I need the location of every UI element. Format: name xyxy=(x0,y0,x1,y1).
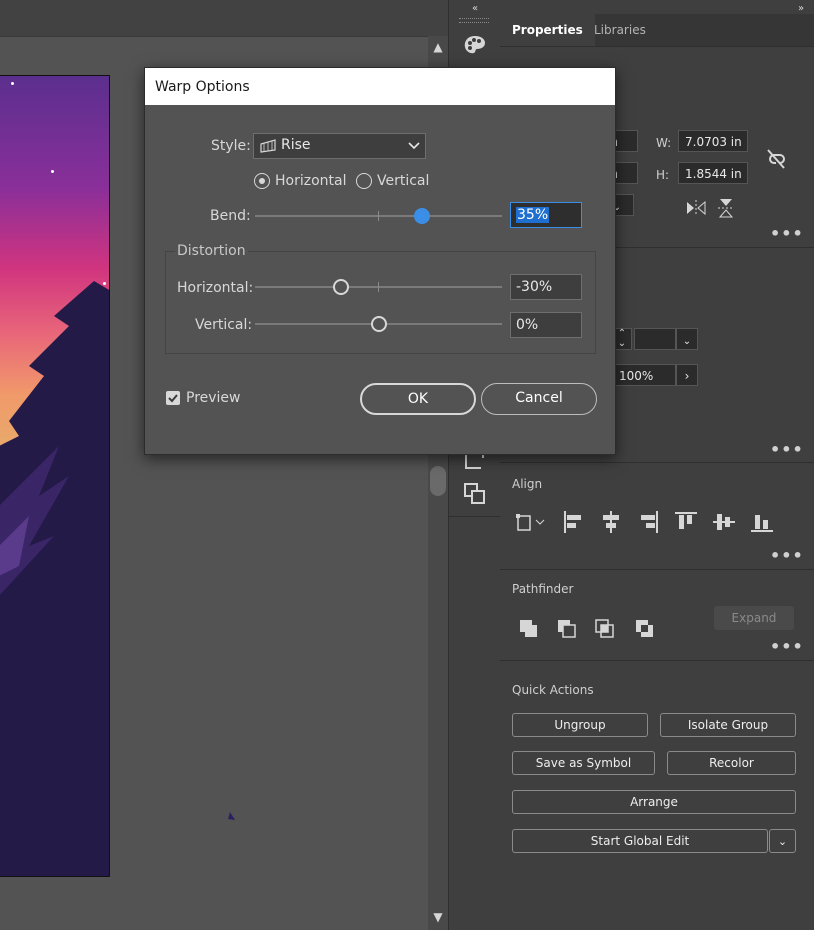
style-dropdown[interactable]: Rise xyxy=(253,133,426,159)
unite-icon[interactable] xyxy=(518,618,540,640)
align-more-icon[interactable]: ••• xyxy=(770,546,804,565)
save-as-symbol-button[interactable]: Save as Symbol xyxy=(512,751,655,775)
bend-value: 35% xyxy=(516,207,550,223)
expand-button[interactable]: Expand xyxy=(714,606,794,630)
opacity-field[interactable]: 100% xyxy=(612,364,676,386)
chevron-down-icon: ⌄ xyxy=(777,835,788,848)
vertical-radio-label[interactable]: Vertical xyxy=(377,173,429,189)
rise-warp-icon xyxy=(260,139,276,153)
cursor-mark xyxy=(228,812,235,820)
artboard[interactable] xyxy=(0,75,110,877)
align-bottom-icon[interactable] xyxy=(750,510,774,534)
flip-horizontal-icon[interactable] xyxy=(686,200,706,216)
constrain-proportions-icon[interactable] xyxy=(766,148,786,170)
artboards-icon[interactable] xyxy=(463,482,487,506)
intersect-icon[interactable] xyxy=(594,618,616,640)
horizontal-distortion-field[interactable]: -30% xyxy=(510,274,582,300)
height-field[interactable]: 1.8544 in xyxy=(678,162,748,184)
color-palette-icon[interactable] xyxy=(463,34,487,56)
align-horizontal-center-icon[interactable] xyxy=(600,510,622,534)
align-left-icon[interactable] xyxy=(562,510,584,534)
preview-label[interactable]: Preview xyxy=(186,390,241,406)
ungroup-button[interactable]: Ungroup xyxy=(512,713,648,737)
align-title: Align xyxy=(512,477,543,491)
drag-handle[interactable] xyxy=(459,18,489,23)
flip-vertical-icon[interactable] xyxy=(718,198,734,218)
ok-button[interactable]: OK xyxy=(360,383,476,415)
align-top-icon[interactable] xyxy=(674,510,698,534)
distortion-title: Distortion xyxy=(175,243,248,259)
divider xyxy=(500,569,814,570)
scrollbar-thumb[interactable] xyxy=(430,466,446,496)
pathfinder-more-icon[interactable]: ••• xyxy=(770,637,804,656)
panel-tab-bar: Properties Libraries xyxy=(500,14,814,47)
isolate-group-button[interactable]: Isolate Group xyxy=(660,713,796,737)
stroke-weight-dropdown[interactable]: ⌄ xyxy=(676,328,698,350)
quick-actions-title: Quick Actions xyxy=(512,683,594,697)
minus-front-icon[interactable] xyxy=(556,618,578,640)
distortion-group xyxy=(165,251,596,354)
radio-dot xyxy=(259,178,265,184)
h-label: H: xyxy=(656,168,670,182)
arrange-button[interactable]: Arrange xyxy=(512,790,796,814)
warp-options-dialog: Warp Options Style: Rise Horizontal Vert… xyxy=(144,67,616,455)
w-label: W: xyxy=(656,136,672,150)
collapse-icon[interactable]: « xyxy=(463,0,487,18)
divider xyxy=(500,660,814,661)
checkmark-icon xyxy=(168,394,178,403)
bend-field[interactable]: 35% xyxy=(510,202,582,228)
scroll-up-icon[interactable]: ▲ xyxy=(430,38,446,56)
start-global-edit-button[interactable]: Start Global Edit xyxy=(512,829,768,853)
vertical-distortion-field[interactable]: 0% xyxy=(510,312,582,338)
bend-slider-center-tick xyxy=(378,211,379,221)
opacity-expand-button[interactable]: › xyxy=(676,364,698,386)
chevron-down-icon: ⌄ xyxy=(682,336,692,347)
dialog-title: Warp Options xyxy=(145,68,615,105)
appearance-more-icon[interactable]: ••• xyxy=(770,440,804,459)
divider xyxy=(500,462,814,463)
align-right-icon[interactable] xyxy=(638,510,660,534)
width-field[interactable]: 7.0703 in xyxy=(678,130,748,152)
scroll-down-icon[interactable]: ▼ xyxy=(430,908,446,926)
horizontal-radio-label[interactable]: Horizontal xyxy=(275,173,346,189)
global-edit-options-button[interactable]: ⌄ xyxy=(769,829,796,853)
vertical-distortion-knob[interactable] xyxy=(370,316,387,332)
style-value: Rise xyxy=(281,137,311,153)
horizontal-distortion-label: Horizontal: xyxy=(177,280,254,296)
transform-more-icon[interactable]: ••• xyxy=(770,224,804,243)
document-tab-bar xyxy=(0,0,448,37)
bend-label: Bend: xyxy=(210,208,251,224)
stroke-weight-field[interactable] xyxy=(634,328,676,350)
tab-properties[interactable]: Properties xyxy=(500,14,595,46)
exclude-icon[interactable] xyxy=(634,618,656,640)
pathfinder-title: Pathfinder xyxy=(512,582,574,596)
chevron-down-icon xyxy=(408,142,420,150)
align-to-selection-icon[interactable] xyxy=(514,510,548,534)
horizontal-distortion-center-tick xyxy=(378,282,379,292)
style-label: Style: xyxy=(211,138,251,154)
vertical-radio[interactable] xyxy=(356,173,372,189)
tab-libraries[interactable]: Libraries xyxy=(582,14,658,46)
divider xyxy=(449,516,501,517)
horizontal-radio[interactable] xyxy=(254,173,270,189)
tree-illustration xyxy=(0,281,109,876)
chevron-right-icon: › xyxy=(684,369,690,383)
recolor-button[interactable]: Recolor xyxy=(667,751,796,775)
align-vertical-center-icon[interactable] xyxy=(712,510,736,534)
bend-slider-knob[interactable] xyxy=(413,208,430,224)
cancel-button[interactable]: Cancel xyxy=(481,383,597,415)
vertical-distortion-label: Vertical: xyxy=(195,317,253,333)
preview-checkbox[interactable] xyxy=(166,391,180,405)
